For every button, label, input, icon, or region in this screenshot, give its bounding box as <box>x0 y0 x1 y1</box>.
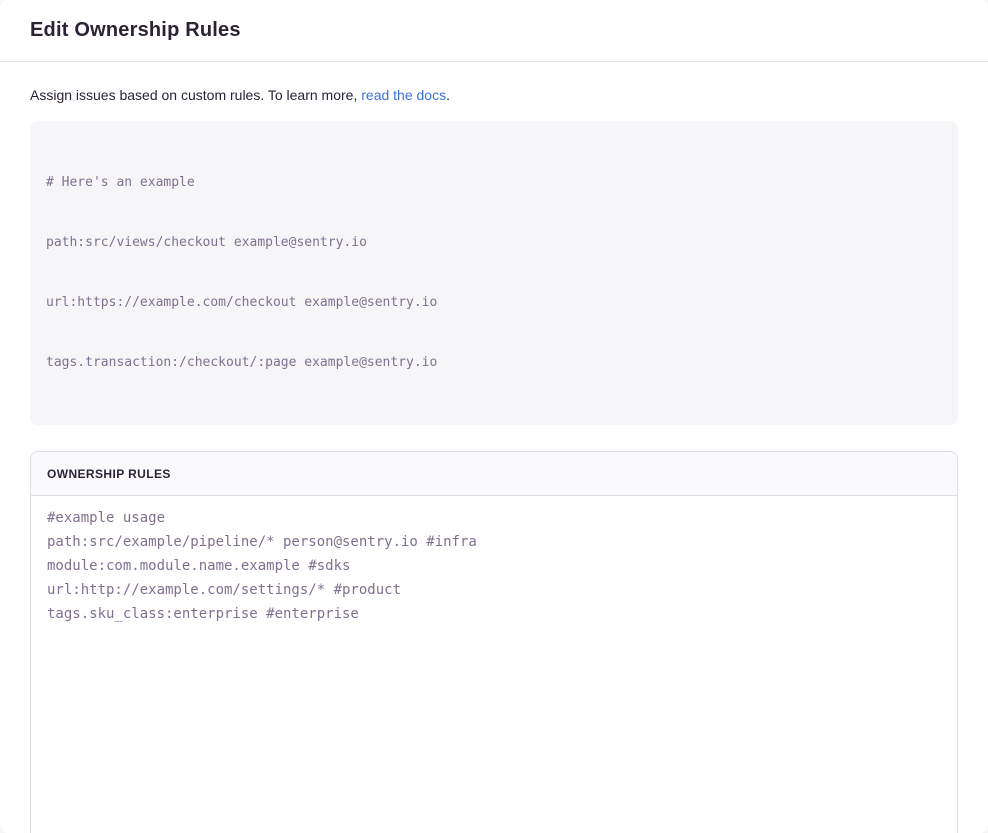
ownership-rules-panel-header: OWNERSHIP RULES <box>31 452 957 496</box>
description-text: Assign issues based on custom rules. To … <box>30 85 958 105</box>
ownership-rules-textarea[interactable]: #example usage path:src/example/pipeline… <box>31 496 957 833</box>
read-the-docs-link[interactable]: read the docs <box>361 87 446 103</box>
description-after-link: . <box>446 87 450 103</box>
modal-body: Assign issues based on custom rules. To … <box>0 62 988 833</box>
example-rules-block: # Here's an example path:src/views/check… <box>30 121 958 425</box>
example-rule-line: url:https://example.com/checkout example… <box>46 293 942 313</box>
modal-header: Edit Ownership Rules <box>0 0 988 62</box>
description-before-link: Assign issues based on custom rules. To … <box>30 87 361 103</box>
edit-ownership-rules-modal: Edit Ownership Rules Assign issues based… <box>0 0 988 833</box>
modal-title: Edit Ownership Rules <box>30 19 241 42</box>
ownership-rules-panel-title: OWNERSHIP RULES <box>47 467 171 481</box>
example-rule-line: tags.transaction:/checkout/:page example… <box>46 353 942 373</box>
example-rule-line: # Here's an example <box>46 173 942 193</box>
ownership-rules-panel: OWNERSHIP RULES #example usage path:src/… <box>30 451 958 833</box>
example-rule-line: path:src/views/checkout example@sentry.i… <box>46 233 942 253</box>
